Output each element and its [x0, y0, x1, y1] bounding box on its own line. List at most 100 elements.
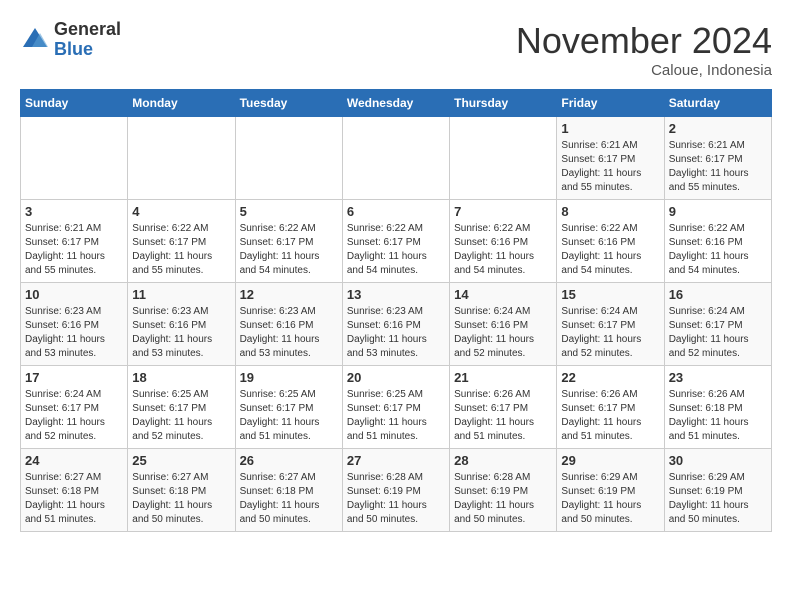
month-title: November 2024 — [516, 20, 772, 62]
day-number: 20 — [347, 370, 445, 385]
day-info: Sunrise: 6:29 AM Sunset: 6:19 PM Dayligh… — [561, 471, 659, 527]
day-info: Sunrise: 6:23 AM Sunset: 6:16 PM Dayligh… — [240, 305, 338, 361]
day-info: Sunrise: 6:25 AM Sunset: 6:17 PM Dayligh… — [347, 388, 445, 444]
day-info: Sunrise: 6:27 AM Sunset: 6:18 PM Dayligh… — [132, 471, 230, 527]
day-info: Sunrise: 6:21 AM Sunset: 6:17 PM Dayligh… — [669, 139, 767, 195]
calendar-cell: 2 Sunrise: 6:21 AM Sunset: 6:17 PM Daylig… — [664, 117, 771, 200]
day-info: Sunrise: 6:21 AM Sunset: 6:17 PM Dayligh… — [25, 222, 123, 278]
weekday-header: Friday — [557, 90, 664, 117]
day-number: 21 — [454, 370, 552, 385]
calendar-cell: 26 Sunrise: 6:27 AM Sunset: 6:18 PM Dayli… — [235, 449, 342, 532]
weekday-header: Tuesday — [235, 90, 342, 117]
day-info: Sunrise: 6:23 AM Sunset: 6:16 PM Dayligh… — [347, 305, 445, 361]
day-info: Sunrise: 6:28 AM Sunset: 6:19 PM Dayligh… — [347, 471, 445, 527]
day-info: Sunrise: 6:24 AM Sunset: 6:16 PM Dayligh… — [454, 305, 552, 361]
day-info: Sunrise: 6:24 AM Sunset: 6:17 PM Dayligh… — [561, 305, 659, 361]
page-header: General Blue November 2024 Caloue, Indon… — [20, 20, 772, 79]
calendar-cell: 24Sunrise: 6:27 AM Sunset: 6:18 PM Dayli… — [21, 449, 128, 532]
day-info: Sunrise: 6:22 AM Sunset: 6:17 PM Dayligh… — [347, 222, 445, 278]
day-number: 9 — [669, 204, 767, 219]
day-info: Sunrise: 6:23 AM Sunset: 6:16 PM Dayligh… — [25, 305, 123, 361]
day-info: Sunrise: 6:22 AM Sunset: 6:16 PM Dayligh… — [454, 222, 552, 278]
calendar-cell: 5 Sunrise: 6:22 AM Sunset: 6:17 PM Daylig… — [235, 200, 342, 283]
calendar-cell: 21 Sunrise: 6:26 AM Sunset: 6:17 PM Dayli… — [450, 366, 557, 449]
day-number: 26 — [240, 453, 338, 468]
day-info: Sunrise: 6:24 AM Sunset: 6:17 PM Dayligh… — [669, 305, 767, 361]
day-number: 11 — [132, 287, 230, 302]
day-number: 22 — [561, 370, 659, 385]
calendar-cell: 20 Sunrise: 6:25 AM Sunset: 6:17 PM Dayli… — [342, 366, 449, 449]
location: Caloue, Indonesia — [516, 62, 772, 79]
day-info: Sunrise: 6:24 AM Sunset: 6:17 PM Dayligh… — [25, 388, 123, 444]
day-number: 2 — [669, 121, 767, 136]
calendar-cell: 3 Sunrise: 6:21 AM Sunset: 6:17 PM Daylig… — [21, 200, 128, 283]
day-number: 5 — [240, 204, 338, 219]
day-number: 28 — [454, 453, 552, 468]
calendar-cell: 1 Sunrise: 6:21 AM Sunset: 6:17 PM Daylig… — [557, 117, 664, 200]
calendar-cell: 4Sunrise: 6:22 AM Sunset: 6:17 PM Daylig… — [128, 200, 235, 283]
calendar-cell: 28Sunrise: 6:28 AM Sunset: 6:19 PM Dayli… — [450, 449, 557, 532]
calendar-cell: 29 Sunrise: 6:29 AM Sunset: 6:19 PM Dayli… — [557, 449, 664, 532]
day-number: 14 — [454, 287, 552, 302]
day-info: Sunrise: 6:22 AM Sunset: 6:16 PM Dayligh… — [561, 222, 659, 278]
day-info: Sunrise: 6:26 AM Sunset: 6:18 PM Dayligh… — [669, 388, 767, 444]
weekday-header: Sunday — [21, 90, 128, 117]
day-number: 16 — [669, 287, 767, 302]
day-number: 3 — [25, 204, 123, 219]
calendar-cell: 8 Sunrise: 6:22 AM Sunset: 6:16 PM Daylig… — [557, 200, 664, 283]
logo-icon — [20, 25, 50, 55]
day-number: 6 — [347, 204, 445, 219]
day-info: Sunrise: 6:29 AM Sunset: 6:19 PM Dayligh… — [669, 471, 767, 527]
calendar-cell: 11 Sunrise: 6:23 AM Sunset: 6:16 PM Dayli… — [128, 283, 235, 366]
calendar-cell — [21, 117, 128, 200]
day-number: 12 — [240, 287, 338, 302]
calendar-cell: 19 Sunrise: 6:25 AM Sunset: 6:17 PM Dayli… — [235, 366, 342, 449]
calendar-cell: 30Sunrise: 6:29 AM Sunset: 6:19 PM Dayli… — [664, 449, 771, 532]
day-number: 13 — [347, 287, 445, 302]
calendar-table: SundayMondayTuesdayWednesdayThursdayFrid… — [20, 89, 772, 532]
calendar-cell: 15 Sunrise: 6:24 AM Sunset: 6:17 PM Dayli… — [557, 283, 664, 366]
day-info: Sunrise: 6:22 AM Sunset: 6:16 PM Dayligh… — [669, 222, 767, 278]
calendar-cell: 6 Sunrise: 6:22 AM Sunset: 6:17 PM Daylig… — [342, 200, 449, 283]
calendar-cell: 12 Sunrise: 6:23 AM Sunset: 6:16 PM Dayli… — [235, 283, 342, 366]
day-info: Sunrise: 6:26 AM Sunset: 6:17 PM Dayligh… — [561, 388, 659, 444]
day-number: 10 — [25, 287, 123, 302]
logo-blue-text: Blue — [54, 39, 93, 59]
day-number: 23 — [669, 370, 767, 385]
logo-general-text: General — [54, 19, 121, 39]
calendar-cell: 23 Sunrise: 6:26 AM Sunset: 6:18 PM Dayli… — [664, 366, 771, 449]
calendar-cell: 18 Sunrise: 6:25 AM Sunset: 6:17 PM Dayli… — [128, 366, 235, 449]
day-info: Sunrise: 6:25 AM Sunset: 6:17 PM Dayligh… — [240, 388, 338, 444]
calendar-cell: 27 Sunrise: 6:28 AM Sunset: 6:19 PM Dayli… — [342, 449, 449, 532]
day-info: Sunrise: 6:22 AM Sunset: 6:17 PM Dayligh… — [240, 222, 338, 278]
day-info: Sunrise: 6:26 AM Sunset: 6:17 PM Dayligh… — [454, 388, 552, 444]
calendar-cell: 7Sunrise: 6:22 AM Sunset: 6:16 PM Daylig… — [450, 200, 557, 283]
calendar-cell — [235, 117, 342, 200]
calendar-cell: 17Sunrise: 6:24 AM Sunset: 6:17 PM Dayli… — [21, 366, 128, 449]
day-info: Sunrise: 6:22 AM Sunset: 6:17 PM Dayligh… — [132, 222, 230, 278]
day-info: Sunrise: 6:21 AM Sunset: 6:17 PM Dayligh… — [561, 139, 659, 195]
day-info: Sunrise: 6:25 AM Sunset: 6:17 PM Dayligh… — [132, 388, 230, 444]
day-number: 15 — [561, 287, 659, 302]
day-info: Sunrise: 6:27 AM Sunset: 6:18 PM Dayligh… — [240, 471, 338, 527]
day-number: 19 — [240, 370, 338, 385]
weekday-header: Saturday — [664, 90, 771, 117]
calendar-cell — [342, 117, 449, 200]
day-number: 25 — [132, 453, 230, 468]
calendar-cell: 9 Sunrise: 6:22 AM Sunset: 6:16 PM Daylig… — [664, 200, 771, 283]
day-number: 18 — [132, 370, 230, 385]
calendar-cell: 14 Sunrise: 6:24 AM Sunset: 6:16 PM Dayli… — [450, 283, 557, 366]
day-number: 8 — [561, 204, 659, 219]
calendar-cell: 13 Sunrise: 6:23 AM Sunset: 6:16 PM Dayli… — [342, 283, 449, 366]
day-number: 1 — [561, 121, 659, 136]
calendar-cell — [128, 117, 235, 200]
weekday-header: Thursday — [450, 90, 557, 117]
day-info: Sunrise: 6:23 AM Sunset: 6:16 PM Dayligh… — [132, 305, 230, 361]
calendar-cell: 16 Sunrise: 6:24 AM Sunset: 6:17 PM Dayli… — [664, 283, 771, 366]
day-number: 24 — [25, 453, 123, 468]
day-number: 27 — [347, 453, 445, 468]
day-number: 29 — [561, 453, 659, 468]
calendar-cell — [450, 117, 557, 200]
title-block: November 2024 Caloue, Indonesia — [516, 20, 772, 79]
calendar-cell: 22 Sunrise: 6:26 AM Sunset: 6:17 PM Dayli… — [557, 366, 664, 449]
